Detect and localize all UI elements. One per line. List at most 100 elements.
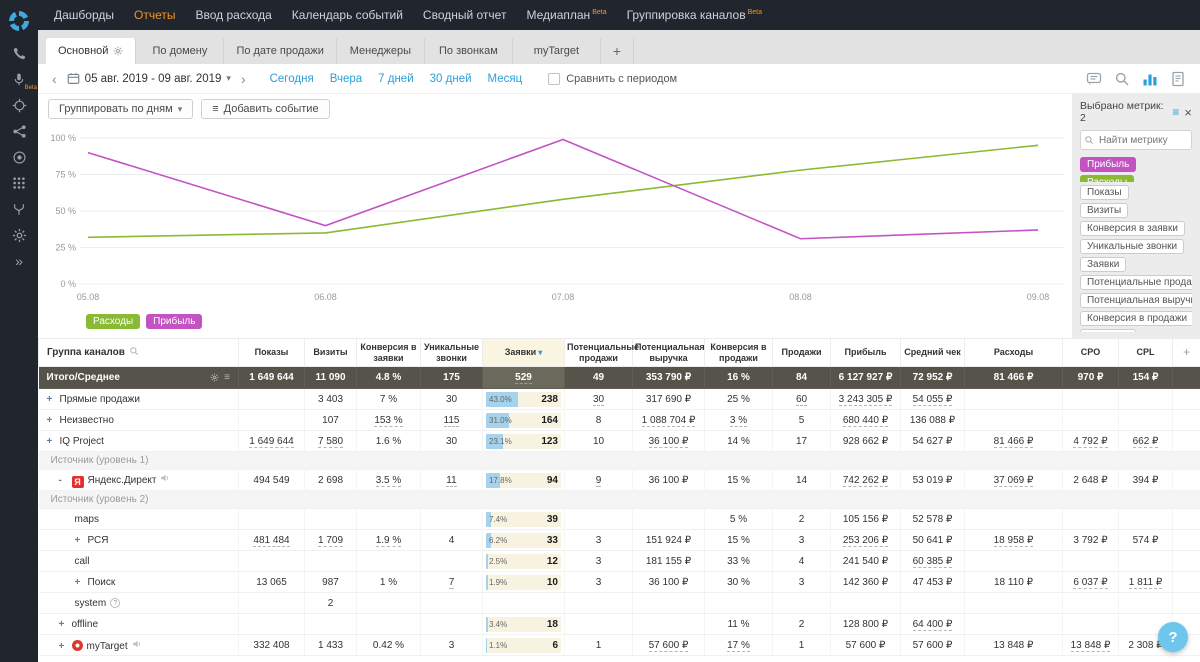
legend-item[interactable]: Прибыль — [146, 314, 203, 329]
tab-2[interactable]: По дате продажи — [224, 38, 337, 64]
compare-checkbox[interactable] — [548, 72, 561, 85]
leads-bar-cell[interactable]: 31.0% 164 — [486, 412, 561, 428]
add-event-button[interactable]: ≡ Добавить событие — [201, 99, 330, 119]
search-icon[interactable] — [1114, 71, 1130, 87]
expander-icon[interactable]: + — [75, 577, 84, 588]
expander-icon[interactable]: - — [59, 475, 68, 486]
expander-icon[interactable]: + — [47, 394, 56, 405]
tab-0[interactable]: Основной — [46, 38, 137, 64]
column-header-15[interactable]: + — [1172, 338, 1200, 367]
row-name-cell[interactable]: + IQ Project — [38, 430, 239, 452]
nav-item-1[interactable]: Отчеты — [134, 8, 175, 22]
row-name-cell[interactable]: + offline — [38, 613, 239, 635]
column-header-4[interactable]: Уникальные звонки — [420, 338, 483, 367]
tab-1[interactable]: По домену — [136, 38, 225, 64]
column-header-0[interactable]: Группа каналов — [38, 338, 239, 367]
leads-bar-cell[interactable]: 1.1% 6 — [486, 637, 561, 653]
gear-icon[interactable] — [0, 222, 38, 248]
leads-bar-cell[interactable]: 7.4% 39 — [486, 511, 561, 527]
microphone-icon[interactable]: Beta — [0, 66, 38, 92]
row-name-cell[interactable]: + Поиск — [38, 571, 239, 593]
column-header-11[interactable]: Средний чек — [900, 338, 965, 367]
add-tab-button[interactable]: + — [600, 38, 635, 64]
leads-bar-cell[interactable]: 43.0% 238 — [486, 391, 561, 407]
column-header-1[interactable]: Показы — [238, 338, 305, 367]
nav-item-3[interactable]: Календарь событий — [292, 8, 403, 22]
collapse-sidebar-icon[interactable]: » — [0, 248, 38, 274]
quick-link-4[interactable]: Месяц — [488, 73, 523, 85]
column-header-9[interactable]: Продажи — [772, 338, 831, 367]
nav-item-6[interactable]: Группировка каналов Beta — [627, 8, 762, 22]
expander-icon[interactable]: + — [47, 415, 56, 426]
tab-4[interactable]: По звонкам — [424, 38, 513, 64]
row-name-cell[interactable]: + myTarget — [38, 634, 239, 656]
row-name-cell[interactable]: + Прямые продажи — [38, 388, 239, 410]
metric-tag[interactable]: Показы — [1080, 184, 1129, 200]
column-header-2[interactable]: Визиты — [304, 338, 357, 367]
leads-bar-cell[interactable]: 1.9% 10 — [486, 574, 561, 590]
date-range-picker[interactable]: 05 авг. 2019 - 09 авг. 2019 ▾ — [67, 72, 231, 85]
group-by-button[interactable]: Группировать по дням ▾ — [48, 99, 194, 119]
nav-item-4[interactable]: Сводный отчет — [423, 8, 507, 22]
leads-bar-cell[interactable]: 23.1% 123 — [486, 433, 561, 449]
quick-link-0[interactable]: Сегодня — [270, 73, 314, 85]
row-name-cell[interactable]: - Я Яндекс.Директ — [38, 469, 239, 491]
column-header-6[interactable]: Потенциальные продажи — [564, 338, 639, 367]
phone-icon[interactable] — [0, 40, 38, 66]
column-header-12[interactable]: Расходы — [964, 338, 1063, 367]
metric-tag[interactable]: Потенциальные продажи — [1080, 274, 1192, 290]
expander-icon[interactable]: + — [75, 535, 84, 546]
leads-bar-cell[interactable]: 6.2% 33 — [486, 532, 561, 548]
close-icon[interactable]: × — [1184, 105, 1192, 120]
leads-bar-cell[interactable]: 2.5% 12 — [486, 553, 561, 569]
next-period-button[interactable]: › — [237, 71, 250, 87]
row-name-cell[interactable]: + РСЯ — [38, 529, 239, 551]
chart-view-icon[interactable] — [1142, 71, 1158, 87]
metrics-list-icon[interactable]: ≡ — [1172, 105, 1179, 119]
quick-link-2[interactable]: 7 дней — [378, 73, 413, 85]
column-header-5[interactable]: Заявки ▾ — [482, 338, 565, 367]
row-name-cell[interactable]: + Неизвестно — [38, 409, 239, 431]
column-header-7[interactable]: Потенциальная выручка — [632, 338, 705, 367]
metric-tag[interactable]: Визиты — [1080, 202, 1129, 218]
split-icon[interactable] — [0, 118, 38, 144]
expander-icon[interactable]: + — [47, 436, 56, 447]
leads-bar-cell[interactable]: 17.8% 94 — [486, 472, 561, 488]
apps-grid-icon[interactable] — [0, 170, 38, 196]
info-icon[interactable]: ? — [110, 597, 121, 608]
merge-icon[interactable] — [0, 196, 38, 222]
tab-3[interactable]: Менеджеры — [336, 38, 425, 64]
rings-icon[interactable] — [0, 144, 38, 170]
comments-icon[interactable] — [1086, 71, 1102, 87]
column-header-3[interactable]: Конверсия в заявки — [356, 338, 421, 367]
leads-bar-cell[interactable]: 3.4% 18 — [486, 616, 561, 632]
metric-tag-selected[interactable]: Прибыль — [1080, 157, 1137, 172]
metric-tag[interactable]: Конверсия в продажи — [1080, 310, 1192, 326]
metric-tag[interactable]: Продажи — [1080, 328, 1136, 332]
column-header-10[interactable]: Прибыль — [830, 338, 901, 367]
menu-icon[interactable]: ≡ — [224, 372, 230, 383]
quick-link-3[interactable]: 30 дней — [430, 73, 472, 85]
nav-item-2[interactable]: Ввод расхода — [195, 8, 271, 22]
metric-search-input[interactable] — [1080, 130, 1192, 150]
row-name-cell[interactable]: maps — [38, 508, 239, 530]
nav-item-5[interactable]: Медиаплан Beta — [526, 8, 606, 22]
metric-tag[interactable]: Заявки — [1080, 256, 1127, 272]
roistat-logo[interactable] — [0, 6, 38, 36]
metric-tag[interactable]: Уникальные звонки — [1080, 238, 1185, 254]
metric-tag[interactable]: Потенциальная выручка — [1080, 292, 1192, 308]
expander-icon[interactable]: + — [59, 641, 68, 652]
quick-link-1[interactable]: Вчера — [330, 73, 362, 85]
row-name-cell[interactable]: system? — [38, 592, 239, 614]
column-header-8[interactable]: Конверсия в продажи — [704, 338, 773, 367]
report-page-icon[interactable] — [1170, 71, 1186, 87]
column-header-14[interactable]: CPL — [1118, 338, 1173, 367]
legend-item[interactable]: Расходы — [86, 314, 141, 329]
metric-tag-selected[interactable]: Расходы — [1080, 175, 1135, 182]
tab-5[interactable]: myTarget — [512, 38, 601, 64]
metric-tag[interactable]: Конверсия в заявки — [1080, 220, 1185, 236]
nav-item-0[interactable]: Дашборды — [54, 8, 114, 22]
expander-icon[interactable]: + — [59, 619, 68, 630]
help-button[interactable]: ? — [1158, 622, 1188, 652]
row-name-cell[interactable]: call — [38, 550, 239, 572]
